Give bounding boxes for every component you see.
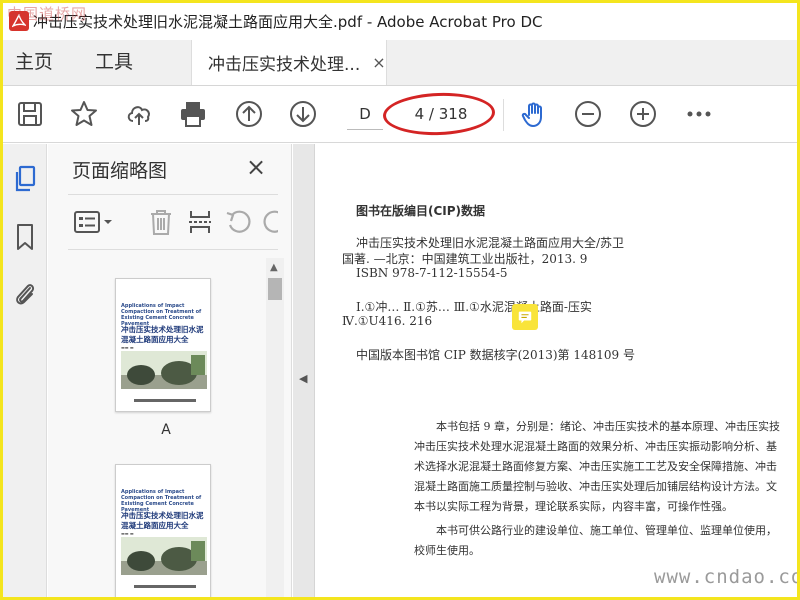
page-thumbnails-icon[interactable]: [12, 164, 38, 194]
bookmarks-icon[interactable]: [12, 222, 38, 252]
cip-line: 国著. —北京：中国建筑工业出版社，2013. 9: [342, 252, 588, 266]
thumbnail-cover-photo: [121, 351, 207, 389]
thumbnail-english-title: Applications of Impact Compaction on Tre…: [121, 303, 202, 327]
close-tab-icon[interactable]: ×: [372, 53, 385, 72]
classification-line: Ⅰ.①冲… Ⅱ.①苏… Ⅲ.①水泥混凝土路面-压实: [356, 300, 592, 314]
document-view[interactable]: 图书在版编目(CIP)数据 冲击压实技术处理旧水泥混凝土路面应用大全/苏卫 国著…: [316, 144, 797, 597]
page-thumbnail[interactable]: Applications of Impact Compaction on Tre…: [115, 278, 211, 412]
panel-title: 页面缩略图: [72, 160, 168, 182]
toolbar-divider: [503, 99, 504, 131]
thumbnail-chinese-title: 冲击压实技术处理旧水泥混凝土路面应用大全: [121, 511, 204, 530]
site-url-watermark: www.cndao.com: [654, 566, 797, 588]
page-thumbnail[interactable]: Applications of Impact Compaction on Tre…: [115, 464, 211, 598]
page-number-input[interactable]: D: [347, 98, 383, 130]
collapse-arrow-icon[interactable]: ◀: [299, 372, 307, 385]
bookmark-star-icon[interactable]: [69, 99, 99, 129]
navigation-rail: [3, 144, 47, 597]
thumbnail-page-label: A: [161, 422, 171, 438]
title-bar: 中国道桥网 冲击压实技术处理旧水泥混凝土路面应用大全.pdf - Adobe A…: [3, 3, 797, 39]
thumbnail-toolbar: [68, 194, 278, 250]
body-line: 本书以实际工程为背景，理论联系实际，内容丰富，可操作性强。: [414, 500, 733, 513]
body-line: 本书可供公路行业的建设单位、施工单位、管理单位、监理单位使用，: [436, 524, 777, 537]
site-watermark: 中国道桥网: [7, 5, 88, 23]
print-icon[interactable]: [178, 99, 208, 129]
cip-heading: 图书在版编目(CIP)数据: [356, 204, 486, 218]
tab-tools[interactable]: 工具: [83, 40, 145, 85]
cip-record-number: 中国版本图书馆 CIP 数据核字(2013)第 148109 号: [356, 348, 635, 362]
insert-page-icon[interactable]: [185, 207, 215, 237]
tab-bar: 主页 工具 冲击压实技术处理... ×: [3, 40, 797, 86]
cip-line: ISBN 978-7-112-15554-5: [356, 266, 508, 280]
thumbnail-publisher-line: [134, 399, 196, 402]
thumbnail-english-title: Applications of Impact Compaction on Tre…: [121, 489, 202, 513]
page-thumbnails-panel: 页面缩略图 × ▲ Applications of Impact Compact…: [48, 144, 292, 598]
body-line: 本书包括 9 章，分别是：绪论、冲击压实技术的基本原理、冲击压实技: [436, 420, 780, 433]
thumbnail-chinese-title: 冲击压实技术处理旧水泥混凝土路面应用大全: [121, 325, 204, 344]
options-menu-icon[interactable]: [72, 207, 116, 237]
tab-document[interactable]: 冲击压实技术处理... ×: [191, 40, 388, 85]
main-toolbar: D 4 / 318: [3, 87, 797, 143]
cloud-upload-icon[interactable]: [124, 99, 154, 129]
cip-line: 冲击压实技术处理旧水泥混凝土路面应用大全/苏卫: [356, 236, 625, 250]
next-page-icon[interactable]: [288, 99, 318, 129]
more-options-icon[interactable]: [684, 99, 714, 129]
body-line: 冲击压实技术处理水泥混凝土路面的效果分析、冲击压实振动影响分析、基: [414, 440, 777, 453]
panel-collapse-bar[interactable]: ◀: [293, 144, 315, 597]
scroll-up-arrow-icon[interactable]: ▲: [270, 262, 278, 273]
rotate-clockwise-icon[interactable]: [260, 207, 278, 237]
attachments-icon[interactable]: [12, 278, 38, 308]
classification-line: Ⅳ.①U416. 216: [342, 314, 433, 328]
rotate-counterclockwise-icon[interactable]: [224, 207, 254, 237]
body-line: 术选择水泥混凝土路面修复方案、冲击压实施工工艺及安全保障措施、冲击: [414, 460, 777, 473]
body-line: 混凝土路面施工质量控制与验收、冲击压实处理后加铺层结构设计方法。文: [414, 480, 777, 493]
delete-page-icon[interactable]: [146, 207, 176, 237]
scroll-thumb[interactable]: [268, 278, 282, 300]
body-line: 校师生使用。: [414, 544, 480, 557]
document-tab-label: 冲击压实技术处理...: [208, 55, 361, 75]
comment-note-icon[interactable]: [512, 304, 538, 330]
thumbnail-publisher-line: [134, 585, 196, 588]
save-icon[interactable]: [15, 99, 45, 129]
zoom-in-icon[interactable]: [628, 99, 658, 129]
close-panel-icon[interactable]: ×: [246, 153, 266, 181]
thumbnail-scrollbar[interactable]: ▲: [266, 258, 284, 597]
thumbnail-cover-photo: [121, 537, 207, 575]
hand-tool-icon[interactable]: [519, 99, 549, 129]
previous-page-icon[interactable]: [234, 99, 264, 129]
thumbnail-author-line: ▬▬ ▬: [121, 531, 134, 536]
thumbnail-author-line: ▬▬ ▬: [121, 345, 134, 350]
window-title: 冲击压实技术处理旧水泥混凝土路面应用大全.pdf - Adobe Acrobat…: [33, 12, 543, 31]
zoom-out-icon[interactable]: [573, 99, 603, 129]
tab-home[interactable]: 主页: [3, 40, 65, 85]
